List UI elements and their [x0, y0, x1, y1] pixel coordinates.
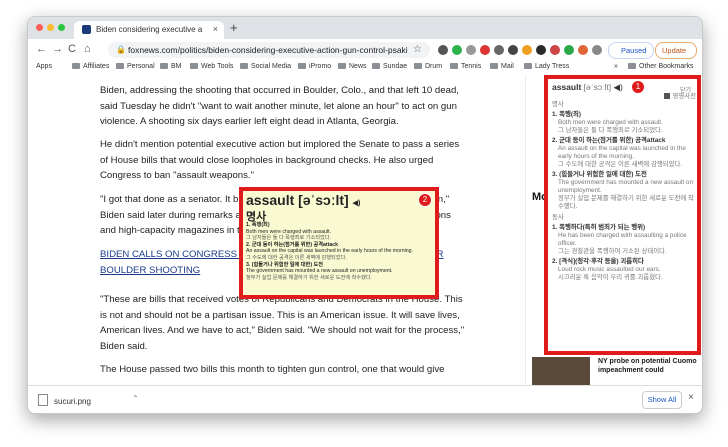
update-button[interactable]: Update — [655, 42, 697, 59]
bookmark-tennis[interactable]: Tennis — [450, 63, 481, 70]
article-paragraph: The House passed two bills this month to… — [100, 364, 445, 375]
folder-icon — [414, 63, 422, 69]
speaker-icon[interactable]: ◀) — [353, 200, 361, 207]
paused-label: Paused — [621, 46, 647, 55]
dictionary-popup-inline[interactable]: assault [əˈsɔːlt] ◀) 2 명사 1. 폭행(죄) Both … — [239, 187, 439, 299]
extension-icon[interactable] — [522, 45, 532, 55]
english-dictionary-link[interactable]: 영영사전 — [672, 93, 696, 100]
bookmark-other[interactable]: Other Bookmarks — [628, 63, 693, 70]
bookmark-star-icon[interactable]: ☆ — [413, 44, 422, 55]
minimize-window-button[interactable] — [47, 24, 54, 31]
folder-icon — [240, 63, 248, 69]
browser-toolbar: ← → C ⌂ 🔒 foxnews.com/politics/biden-con… — [28, 39, 702, 62]
panel-word: assault — [552, 82, 582, 92]
bookmark-personal[interactable]: Personal — [116, 63, 155, 70]
lock-icon: 🔒 — [116, 45, 126, 54]
folder-icon — [160, 63, 168, 69]
extension-icon[interactable] — [564, 45, 574, 55]
close-window-button[interactable] — [36, 24, 43, 31]
bookmarks-bar: Apps Affiliates Personal BM Web Tools So… — [28, 61, 702, 76]
chevron-down-icon[interactable]: ⌃ — [132, 394, 139, 403]
bookmark-web-tools[interactable]: Web Tools — [190, 63, 233, 70]
forward-icon[interactable]: → — [52, 43, 63, 55]
article-paragraph: He didn't mention potential executive ac… — [100, 139, 460, 182]
file-icon — [38, 394, 48, 406]
extension-icon[interactable] — [508, 45, 518, 55]
foxnews-favicon-icon — [82, 25, 91, 34]
folder-icon — [190, 63, 198, 69]
bookmark-social-media[interactable]: Social Media — [240, 63, 291, 70]
bookmark-lady-tress[interactable]: Lady Tress — [524, 63, 569, 70]
folder-icon — [116, 63, 124, 69]
update-label: Update — [662, 46, 687, 55]
bookmark-drum[interactable]: Drum — [414, 63, 442, 70]
extension-icon[interactable] — [550, 45, 560, 55]
back-icon[interactable]: ← — [36, 43, 47, 55]
download-filename: sucuri.png — [54, 397, 91, 406]
download-bar: sucuri.png ⌃ Show All × — [28, 385, 702, 413]
browser-window: Biden considering executive a × + ← → C … — [27, 16, 703, 414]
grammarly-icon[interactable] — [452, 45, 462, 55]
folder-icon — [524, 63, 532, 69]
dictionary-icon — [664, 93, 671, 99]
extension-icon[interactable] — [578, 45, 588, 55]
bookmark-ipromo[interactable]: iPromo — [298, 63, 331, 70]
address-bar[interactable]: 🔒 foxnews.com/politics/biden-considering… — [108, 42, 430, 58]
maximize-window-button[interactable] — [58, 24, 65, 31]
bookmark-mail[interactable]: Mail — [490, 63, 514, 70]
folder-icon — [490, 63, 498, 69]
folder-icon — [628, 63, 636, 69]
article-paragraph: "These are bills that received votes of … — [100, 294, 465, 352]
extension-icon[interactable] — [536, 45, 546, 55]
bookmark-news[interactable]: News — [338, 63, 367, 70]
download-bar-close-icon[interactable]: × — [688, 392, 694, 403]
bookmarks-overflow-icon[interactable]: » — [614, 63, 618, 70]
tab-bar: Biden considering executive a × + — [28, 17, 702, 39]
extension-icon[interactable] — [494, 45, 504, 55]
profile-paused-button[interactable]: Paused — [608, 42, 654, 59]
extension-icon[interactable] — [438, 45, 448, 55]
bookmark-bm[interactable]: BM — [160, 63, 182, 70]
folder-icon — [338, 63, 346, 69]
folder-icon — [372, 63, 380, 69]
tab-title: Biden considering executive a — [96, 25, 203, 34]
show-all-button[interactable]: Show All — [642, 391, 682, 409]
popup-definitions: 1. 폭행(죄) Both men were charged with assa… — [246, 222, 413, 281]
home-icon[interactable]: ⌂ — [84, 43, 91, 55]
download-item[interactable]: sucuri.png — [38, 394, 91, 406]
panel-phonetic: [əˈsɔːlt] — [583, 82, 612, 92]
url-text: foxnews.com/politics/biden-considering-e… — [128, 45, 408, 55]
panel-body: assault [əˈsɔːlt] ◀) 영영사전 명사 1. 폭행(죄) Bo… — [552, 82, 696, 281]
extension-icon[interactable] — [480, 45, 490, 55]
speaker-icon[interactable]: ◀) — [613, 82, 622, 92]
folder-icon — [72, 63, 80, 69]
dictionary-side-panel[interactable]: 1 닫기 assault [əˈsɔːlt] ◀) 영영사전 명사 1. 폭행(… — [544, 75, 701, 355]
panel-pos-verb: 동사 — [552, 214, 564, 221]
tab-foxnews[interactable]: Biden considering executive a × — [74, 21, 224, 39]
bookmark-sundae[interactable]: Sundae — [372, 63, 407, 70]
popup-number-badge: 2 — [418, 193, 432, 207]
reload-icon[interactable]: C — [68, 43, 76, 55]
bookmark-affiliates[interactable]: Affiliates — [72, 63, 109, 70]
extension-icon[interactable] — [466, 45, 476, 55]
folder-icon — [298, 63, 306, 69]
bookmark-apps[interactable]: Apps — [36, 63, 52, 70]
new-tab-button[interactable]: + — [230, 20, 238, 35]
puzzle-icon[interactable] — [592, 45, 602, 55]
popup-word: assault [əˈsɔːlt] ◀) — [246, 192, 361, 208]
panel-pos-noun: 명사 — [552, 101, 564, 108]
article-paragraph: Biden, addressing the shooting that occu… — [100, 85, 459, 128]
tab-close-icon[interactable]: × — [213, 24, 218, 34]
folder-icon — [450, 63, 458, 69]
news-headline-link[interactable]: NY probe on potential Cuomo impeachment … — [598, 357, 698, 375]
